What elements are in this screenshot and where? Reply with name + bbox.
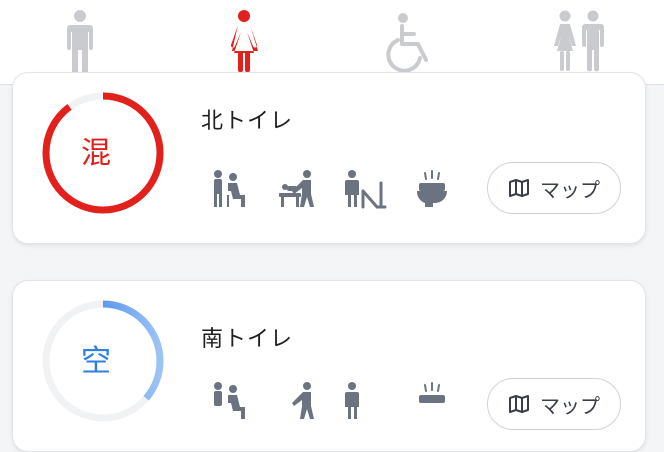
washlet-toilet-icon bbox=[416, 170, 447, 207]
map-button-label: マップ bbox=[540, 393, 600, 418]
toilet-card-south[interactable]: 空 南トイレ マップ bbox=[12, 280, 646, 452]
map-icon bbox=[509, 395, 529, 413]
baby-seat-icon bbox=[214, 382, 245, 419]
diaper-changing-icon bbox=[279, 170, 314, 207]
toilet-card-north[interactable]: 混 北トイレ マップ bbox=[12, 72, 646, 244]
map-button[interactable]: マップ bbox=[487, 162, 621, 214]
family-restroom-icon bbox=[554, 10, 604, 72]
wheelchair-icon bbox=[386, 13, 428, 72]
man-icon bbox=[67, 10, 93, 74]
map-button[interactable]: マップ bbox=[487, 378, 621, 430]
map-button-label: マップ bbox=[540, 177, 600, 202]
baby-seat-icon bbox=[214, 170, 245, 207]
status-label: 混 bbox=[81, 136, 111, 171]
status-label: 空 bbox=[81, 344, 111, 379]
toilet-name: 南トイレ bbox=[201, 327, 294, 352]
washlet-toilet-icon bbox=[419, 382, 445, 403]
diaper-changing-icon bbox=[292, 382, 314, 419]
handrail-toilet-icon bbox=[345, 382, 359, 419]
handrail-toilet-icon bbox=[345, 170, 387, 209]
toilet-name: 北トイレ bbox=[201, 109, 294, 134]
woman-icon bbox=[230, 10, 258, 72]
map-icon bbox=[509, 179, 529, 197]
